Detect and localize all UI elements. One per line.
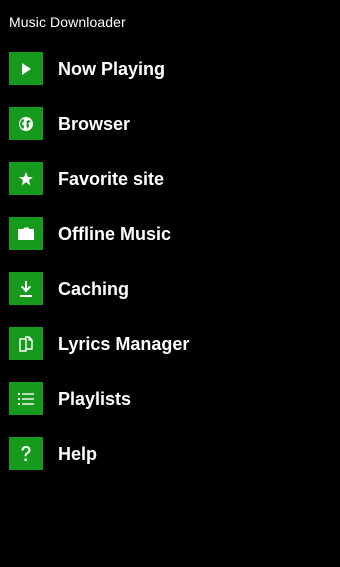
main-menu: Now Playing Browser Favorite site Offlin… <box>9 52 329 492</box>
menu-item-lyrics-manager[interactable]: Lyrics Manager <box>9 327 329 360</box>
menu-item-now-playing[interactable]: Now Playing <box>9 52 329 85</box>
menu-item-label: Favorite site <box>58 168 165 189</box>
download-icon <box>9 272 43 305</box>
question-icon <box>9 437 43 470</box>
menu-item-label: Help <box>58 443 98 464</box>
folder-icon <box>9 217 43 250</box>
menu-item-label: Browser <box>58 113 131 134</box>
menu-item-favorite-site[interactable]: Favorite site <box>9 162 329 195</box>
menu-item-caching[interactable]: Caching <box>9 272 329 305</box>
star-icon <box>9 162 43 195</box>
app-title: Music Downloader <box>9 14 126 30</box>
menu-item-browser[interactable]: Browser <box>9 107 329 140</box>
menu-item-playlists[interactable]: Playlists <box>9 382 329 415</box>
menu-item-offline-music[interactable]: Offline Music <box>9 217 329 250</box>
menu-item-label: Now Playing <box>58 58 166 79</box>
globe-icon <box>9 107 43 140</box>
list-icon <box>9 382 43 415</box>
menu-item-help[interactable]: Help <box>9 437 329 470</box>
menu-item-label: Lyrics Manager <box>58 333 190 354</box>
documents-icon <box>9 327 43 360</box>
menu-item-label: Playlists <box>58 388 132 409</box>
play-icon <box>9 52 43 85</box>
menu-item-label: Caching <box>58 278 130 299</box>
menu-item-label: Offline Music <box>58 223 172 244</box>
